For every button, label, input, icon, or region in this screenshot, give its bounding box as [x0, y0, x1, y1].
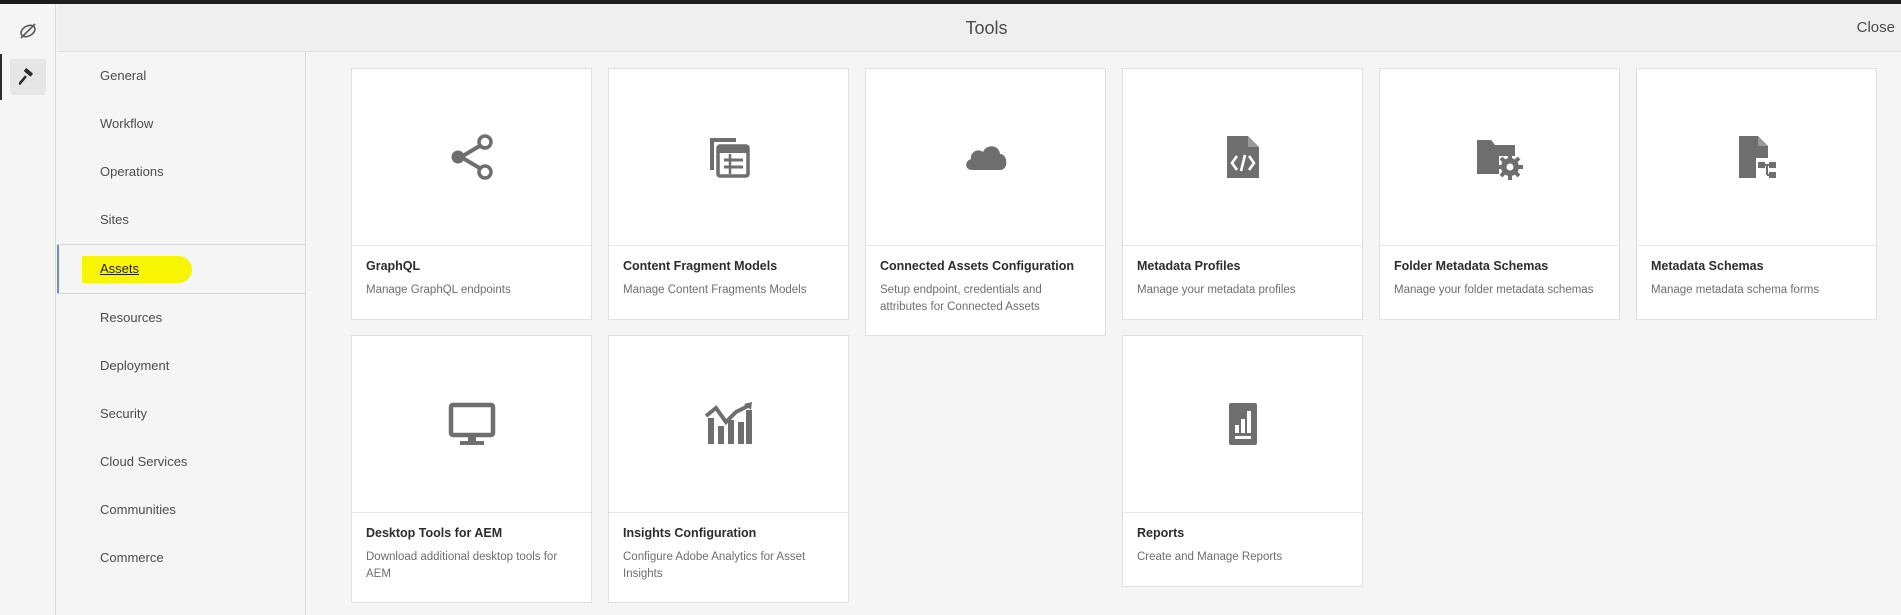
card-description: Manage your metadata profiles	[1137, 284, 1296, 296]
header-bar: Tools Close	[57, 4, 1901, 52]
navigation-rail	[0, 4, 56, 615]
card-title: Insights Configuration	[623, 526, 757, 540]
card-thumbnail	[866, 69, 1105, 246]
card-title: Desktop Tools for AEM	[366, 526, 503, 540]
folder-gear-icon	[1476, 140, 1523, 180]
card-title: Content Fragment Models	[623, 259, 778, 273]
tool-card-desktop-tools[interactable]: Desktop Tools for AEM Download additiona…	[351, 335, 592, 603]
card-thumbnail	[352, 336, 591, 513]
tool-card-metadata-schemas[interactable]: Metadata Schemas Manage metadata schema …	[1636, 68, 1877, 320]
card-description: Manage metadata schema forms	[1651, 284, 1820, 296]
card-title: Folder Metadata Schemas	[1394, 259, 1549, 273]
sidebar-item-resources[interactable]: Resources	[57, 294, 305, 342]
hammer-icon	[19, 68, 33, 85]
sidebar-item-label: Workflow	[100, 116, 154, 131]
card-thumbnail	[1637, 69, 1876, 246]
tool-card-graphql[interactable]: GraphQL Manage GraphQL endpoints	[351, 68, 592, 320]
adobe-experience-icon	[20, 23, 36, 39]
sidebar-item-assets[interactable]: Assets	[57, 244, 305, 294]
sidebar-item-label: Commerce	[100, 550, 164, 565]
card-thumbnail	[352, 69, 591, 246]
sidebar-item-label: Cloud Services	[100, 454, 188, 469]
card-title: GraphQL	[366, 259, 421, 273]
sidebar-item-general[interactable]: General	[57, 52, 305, 100]
rail-tools-button[interactable]	[0, 54, 56, 100]
cloud-icon	[965, 146, 1006, 170]
card-title: Connected Assets Configuration	[880, 259, 1074, 273]
card-title: Metadata Schemas	[1651, 259, 1764, 273]
sidebar-item-label: Communities	[100, 502, 176, 517]
card-description: Manage GraphQL endpoints	[366, 284, 511, 296]
report-icon	[1228, 403, 1257, 445]
rail-logo-button[interactable]	[0, 12, 56, 50]
card-title: Metadata Profiles	[1137, 259, 1241, 273]
close-button[interactable]: Close	[1857, 19, 1895, 36]
sidebar-item-cloud-services[interactable]: Cloud Services	[57, 438, 305, 486]
sidebar-item-deployment[interactable]: Deployment	[57, 342, 305, 390]
card-description: Create and Manage Reports	[1137, 551, 1283, 563]
content-fragment-icon	[709, 138, 750, 178]
card-description: Configure Adobe Analytics for Asset Insi…	[623, 551, 806, 580]
sidebar-item-workflow[interactable]: Workflow	[57, 100, 305, 148]
card-title: Reports	[1137, 526, 1185, 540]
card-thumbnail	[609, 69, 848, 246]
tool-card-folder-metadata-schemas[interactable]: Folder Metadata Schemas Manage your fold…	[1379, 68, 1620, 320]
monitor-icon	[448, 402, 495, 445]
file-code-icon	[1226, 136, 1259, 178]
card-thumbnail	[1123, 336, 1362, 513]
insights-chart-icon	[704, 402, 752, 444]
file-schema-icon	[1738, 136, 1776, 178]
card-description: Download additional desktop tools for AE…	[366, 551, 558, 580]
card-description: Manage Content Fragments Models	[623, 284, 807, 296]
sidebar-item-label: Resources	[100, 310, 163, 325]
sidebar-item-label: General	[100, 68, 147, 83]
sidebar-item-communities[interactable]: Communities	[57, 486, 305, 534]
sidebar-item-label: Deployment	[100, 358, 170, 373]
card-description: Manage your folder metadata schemas	[1394, 284, 1594, 296]
tool-card-content-fragment-models[interactable]: Content Fragment Models Manage Content F…	[608, 68, 849, 320]
card-thumbnail	[609, 336, 848, 513]
sidebar-item-sites[interactable]: Sites	[57, 196, 305, 244]
card-thumbnail	[1123, 69, 1362, 246]
tool-card-reports[interactable]: Reports Create and Manage Reports	[1122, 335, 1363, 587]
tool-card-connected-assets-configuration[interactable]: Connected Assets Configuration Setup end…	[865, 68, 1106, 336]
share-icon	[451, 134, 493, 180]
tool-card-insights-configuration[interactable]: Insights Configuration Configure Adobe A…	[608, 335, 849, 603]
sidebar-item-commerce[interactable]: Commerce	[57, 534, 305, 582]
sidebar-item-label: Operations	[100, 164, 164, 179]
card-thumbnail	[1380, 69, 1619, 246]
sidebar-item-label: Assets	[100, 261, 140, 276]
card-description: Setup endpoint, credentials and attribut…	[880, 284, 1042, 313]
sidebar-item-operations[interactable]: Operations	[57, 148, 305, 196]
sidebar-item-label: Security	[100, 406, 147, 421]
category-sidebar: General Workflow Operations Sites Assets…	[57, 52, 306, 615]
tool-card-metadata-profiles[interactable]: Metadata Profiles Manage your metadata p…	[1122, 68, 1363, 320]
sidebar-item-label: Sites	[100, 212, 129, 227]
sidebar-item-security[interactable]: Security	[57, 390, 305, 438]
page-title: Tools	[965, 18, 1008, 38]
